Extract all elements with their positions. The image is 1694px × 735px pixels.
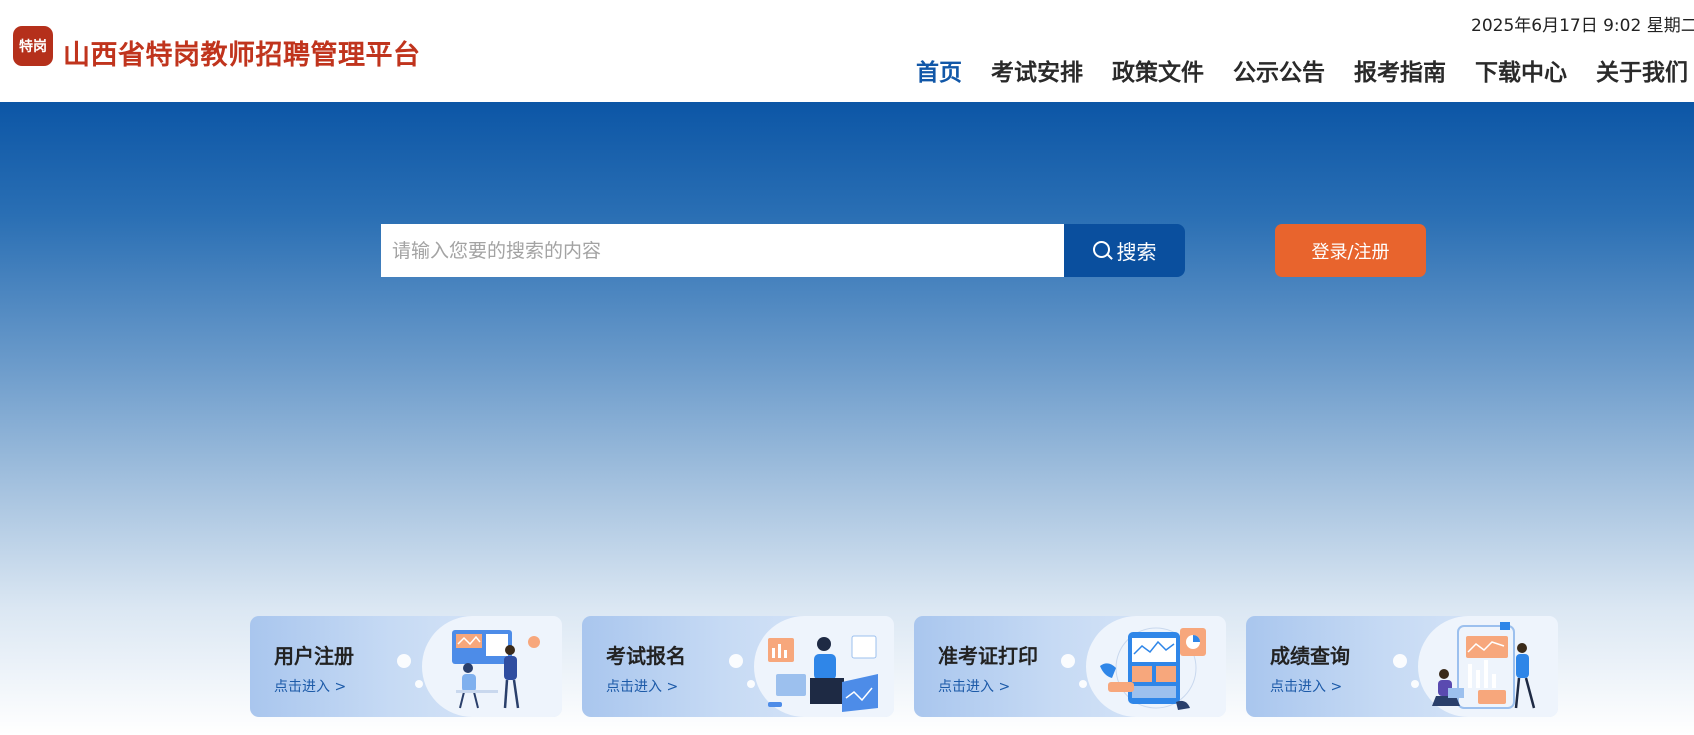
- card-enter-link[interactable]: 点击进入 >: [1270, 676, 1342, 696]
- card-enter-link[interactable]: 点击进入 >: [938, 676, 1010, 696]
- card-title: 准考证打印: [938, 644, 1038, 668]
- card-enter-link[interactable]: 点击进入 >: [274, 676, 346, 696]
- header: 特岗 山西省特岗教师招聘管理平台 2025年6月17日 9:02 星期二 首页 …: [0, 0, 1694, 102]
- nav-item-about[interactable]: 关于我们: [1596, 53, 1688, 87]
- site-title[interactable]: 山西省特岗教师招聘管理平台: [63, 33, 421, 72]
- card-score-inquiry[interactable]: 成绩查询 点击进入 >: [1246, 616, 1558, 717]
- page: 特岗 山西省特岗教师招聘管理平台 2025年6月17日 9:02 星期二 首页 …: [0, 0, 1694, 735]
- datetime: 2025年6月17日 9:02 星期二: [1471, 16, 1694, 36]
- card-exam-registration[interactable]: 考试报名 点击进入 >: [582, 616, 894, 717]
- main-nav: 首页 考试安排 政策文件 公示公告 报考指南 下载中心 关于我们: [916, 53, 1694, 87]
- tablet-chart-illustration-icon: [1100, 627, 1206, 710]
- search-icon: [1092, 241, 1110, 258]
- search-button-label: 搜索: [1116, 240, 1157, 264]
- people-presentation-illustration-icon: [452, 630, 540, 709]
- nav-item-announcements[interactable]: 公示公告: [1233, 53, 1325, 87]
- login-register-button[interactable]: 登录/注册: [1275, 224, 1426, 277]
- nav-item-policy-docs[interactable]: 政策文件: [1112, 53, 1204, 87]
- nav-item-downloads[interactable]: 下载中心: [1475, 53, 1567, 87]
- woman-laptop-illustration-icon: [768, 635, 878, 712]
- nav-item-home[interactable]: 首页: [916, 53, 962, 87]
- card-user-register[interactable]: 用户注册 点击进入 >: [250, 616, 562, 717]
- nav-item-application-guide[interactable]: 报考指南: [1354, 53, 1446, 87]
- card-admission-ticket-print[interactable]: 准考证打印 点击进入 >: [914, 616, 1226, 717]
- people-phone-chart-illustration-icon: [1432, 622, 1536, 709]
- card-title: 考试报名: [606, 644, 686, 668]
- card-enter-link[interactable]: 点击进入 >: [606, 676, 678, 696]
- logo-icon[interactable]: 特岗: [13, 26, 53, 66]
- card-title: 用户注册: [274, 644, 354, 668]
- search-input[interactable]: [381, 224, 1065, 277]
- search-button[interactable]: 搜索: [1064, 224, 1185, 277]
- card-title: 成绩查询: [1270, 644, 1350, 668]
- nav-item-exam-schedule[interactable]: 考试安排: [991, 53, 1083, 87]
